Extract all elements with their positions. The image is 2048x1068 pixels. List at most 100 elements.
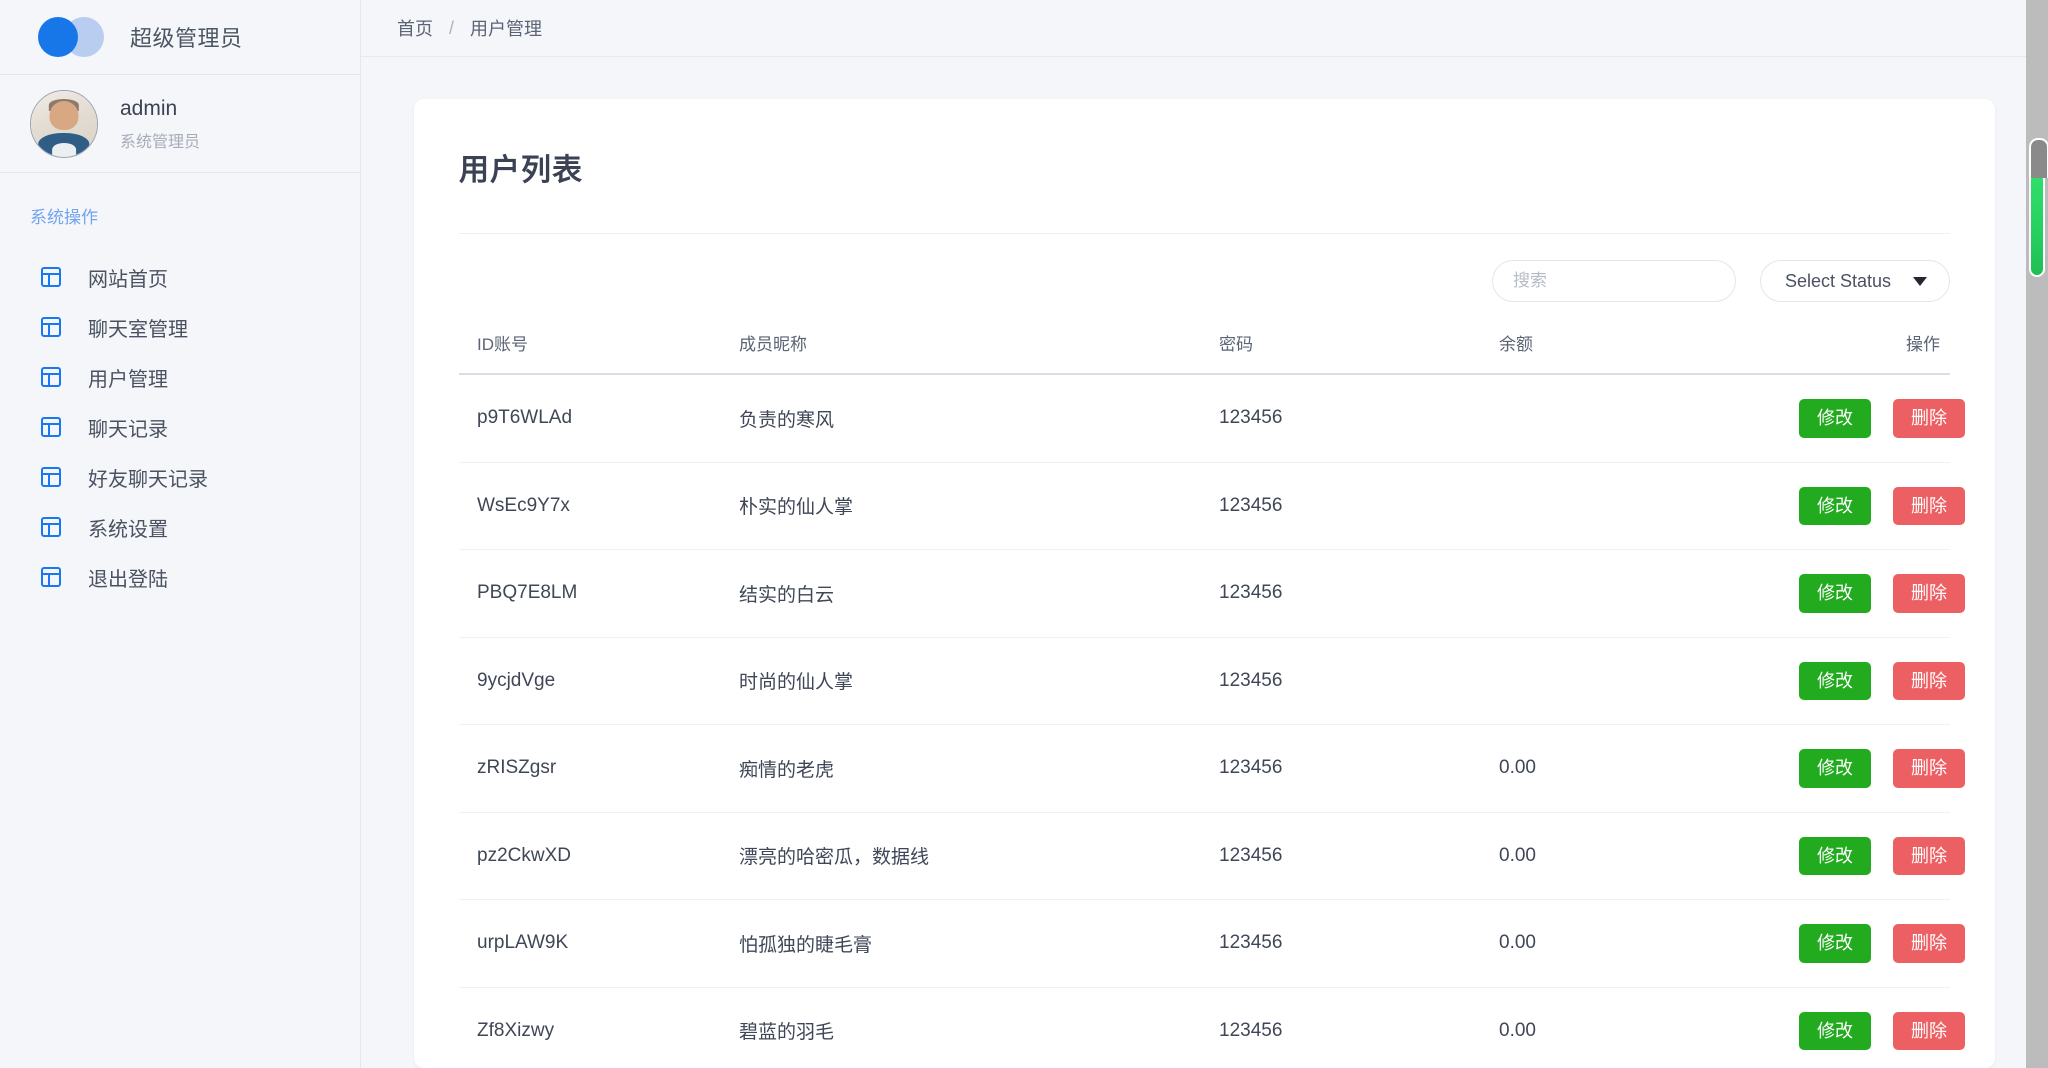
table-row: p9T6WLAd 负责的寒风 123456 修改 删除 <box>459 374 1965 463</box>
delete-button[interactable]: 删除 <box>1893 399 1965 438</box>
page-title: 用户列表 <box>459 154 583 187</box>
table-header-row: ID账号 成员昵称 密码 余额 操作 <box>459 316 1950 375</box>
layout-dashboard-icon <box>38 314 64 340</box>
cell-id: Zf8Xizwy <box>459 987 739 1068</box>
sidebar-item-user-management[interactable]: 用户管理 <box>0 352 360 402</box>
header-password: 密码 <box>1219 316 1499 375</box>
status-filter-label: Select Status <box>1785 270 1892 291</box>
cell-password: 123456 <box>1219 987 1499 1068</box>
cell-id: urpLAW9K <box>459 899 739 988</box>
sidebar-item-logout[interactable]: 退出登陆 <box>0 552 360 602</box>
sidebar-item-chat-history[interactable]: 聊天记录 <box>0 402 360 452</box>
breadcrumb-home[interactable]: 首页 <box>397 15 433 41</box>
app-root: 超级管理员 admin 系统管理员 系统操作 网站首页 聊天室管理 用户管理 聊… <box>0 0 2048 1068</box>
table-row: urpLAW9K 怕孤独的睫毛膏 123456 0.00 修改 删除 <box>459 899 1965 988</box>
layout-dashboard-icon <box>38 564 64 590</box>
main-area: 首页 / 用户管理 用户列表 Select Status <box>361 0 2048 1068</box>
cell-password: 123456 <box>1219 374 1499 463</box>
cell-id: pz2CkwXD <box>459 812 739 900</box>
header-balance: 余额 <box>1499 316 1799 375</box>
layout-dashboard-icon <box>38 464 64 490</box>
cell-password: 123456 <box>1219 637 1499 725</box>
cell-actions: 修改 删除 <box>1799 899 1965 988</box>
layout-dashboard-icon <box>38 514 64 540</box>
delete-button[interactable]: 删除 <box>1893 661 1965 700</box>
user-profile[interactable]: admin 系统管理员 <box>0 75 360 173</box>
cell-actions: 修改 删除 <box>1799 462 1965 550</box>
sidebar-item-friend-chat-history[interactable]: 好友聊天记录 <box>0 452 360 502</box>
delete-button[interactable]: 删除 <box>1893 836 1965 875</box>
edit-button[interactable]: 修改 <box>1799 836 1871 875</box>
delete-button[interactable]: 删除 <box>1893 749 1965 788</box>
header-nickname: 成员昵称 <box>739 316 1219 375</box>
search-input[interactable] <box>1492 260 1736 302</box>
status-filter-select[interactable]: Select Status <box>1760 260 1950 302</box>
cell-password: 123456 <box>1219 812 1499 900</box>
edit-button[interactable]: 修改 <box>1799 661 1871 700</box>
table-row: zRISZgsr 痴情的老虎 123456 0.00 修改 删除 <box>459 724 1965 813</box>
edit-button[interactable]: 修改 <box>1799 486 1871 525</box>
cell-nickname: 结实的白云 <box>739 549 1219 638</box>
sidebar-item-label: 聊天记录 <box>88 418 168 441</box>
sidebar-item-system-settings[interactable]: 系统设置 <box>0 502 360 552</box>
content-area: 用户列表 Select Status ID账号 成员昵称 <box>361 57 2048 1068</box>
sidebar-item-label: 系统设置 <box>88 518 168 541</box>
delete-button[interactable]: 删除 <box>1893 924 1965 963</box>
cell-nickname: 怕孤独的睫毛膏 <box>739 899 1219 988</box>
cell-nickname: 时尚的仙人掌 <box>739 637 1219 725</box>
cell-actions: 修改 删除 <box>1799 374 1965 463</box>
header-id: ID账号 <box>459 316 739 375</box>
cell-nickname: 朴实的仙人掌 <box>739 462 1219 550</box>
cell-balance: 0.00 <box>1499 899 1799 988</box>
topbar: 首页 / 用户管理 <box>361 0 2048 57</box>
table-row: PBQ7E8LM 结实的白云 123456 修改 删除 <box>459 549 1965 638</box>
table-row: Zf8Xizwy 碧蓝的羽毛 123456 0.00 修改 删除 <box>459 987 1965 1068</box>
cell-password: 123456 <box>1219 724 1499 813</box>
table-row: 9ycjdVge 时尚的仙人掌 123456 修改 删除 <box>459 637 1965 725</box>
cell-actions: 修改 删除 <box>1799 724 1965 813</box>
cell-nickname: 碧蓝的羽毛 <box>739 987 1219 1068</box>
edit-button[interactable]: 修改 <box>1799 749 1871 788</box>
delete-button[interactable]: 删除 <box>1893 486 1965 525</box>
cell-id: p9T6WLAd <box>459 374 739 463</box>
user-list-card: 用户列表 Select Status ID账号 成员昵称 <box>414 99 1995 1068</box>
cell-actions: 修改 删除 <box>1799 987 1965 1068</box>
page-scrollbar[interactable] <box>2026 0 2048 1068</box>
edit-button[interactable]: 修改 <box>1799 399 1871 438</box>
edit-button[interactable]: 修改 <box>1799 1011 1871 1050</box>
sidebar-item-label: 网站首页 <box>88 268 168 291</box>
cell-balance <box>1499 637 1799 725</box>
user-table: ID账号 成员昵称 密码 余额 操作 p9T6WLAd 负责的寒风 123456 修改… <box>459 316 1965 1068</box>
cell-balance <box>1499 462 1799 550</box>
cell-actions: 修改 删除 <box>1799 812 1965 900</box>
cell-id: zRISZgsr <box>459 724 739 813</box>
edit-button[interactable]: 修改 <box>1799 574 1871 613</box>
sidebar-item-home[interactable]: 网站首页 <box>0 252 360 302</box>
table-row: pz2CkwXD 漂亮的哈密瓜，数据线 123456 0.00 修改 删除 <box>459 812 1965 900</box>
layout-dashboard-icon <box>38 414 64 440</box>
cell-id: 9ycjdVge <box>459 637 739 725</box>
avatar <box>30 89 98 158</box>
nav-section-label: 系统操作 <box>30 208 98 227</box>
cell-password: 123456 <box>1219 462 1499 550</box>
cell-nickname: 漂亮的哈密瓜，数据线 <box>739 812 1219 900</box>
cell-password: 123456 <box>1219 549 1499 638</box>
cell-balance: 0.00 <box>1499 724 1799 813</box>
sidebar-item-chatroom-management[interactable]: 聊天室管理 <box>0 302 360 352</box>
sidebar: 超级管理员 admin 系统管理员 系统操作 网站首页 聊天室管理 用户管理 聊… <box>0 0 361 1068</box>
layout-dashboard-icon <box>38 364 64 390</box>
header-action: 操作 <box>1799 316 1950 375</box>
profile-role: 系统管理员 <box>120 134 201 152</box>
sidebar-item-label: 聊天室管理 <box>88 318 188 341</box>
breadcrumb: 首页 / 用户管理 <box>397 15 542 41</box>
table-body: p9T6WLAd 负责的寒风 123456 修改 删除 WsEc9Y7x 朴实的仙人掌 123… <box>459 374 1965 1068</box>
sidebar-item-label: 好友聊天记录 <box>88 468 208 491</box>
edit-button[interactable]: 修改 <box>1799 924 1871 963</box>
cell-nickname: 负责的寒风 <box>739 374 1219 463</box>
profile-name: admin <box>120 96 178 120</box>
delete-button[interactable]: 删除 <box>1893 574 1965 613</box>
breadcrumb-separator: / <box>449 17 455 38</box>
cell-id: PBQ7E8LM <box>459 549 739 638</box>
scrollbar-thumb[interactable] <box>2029 138 2048 277</box>
delete-button[interactable]: 删除 <box>1893 1011 1965 1050</box>
